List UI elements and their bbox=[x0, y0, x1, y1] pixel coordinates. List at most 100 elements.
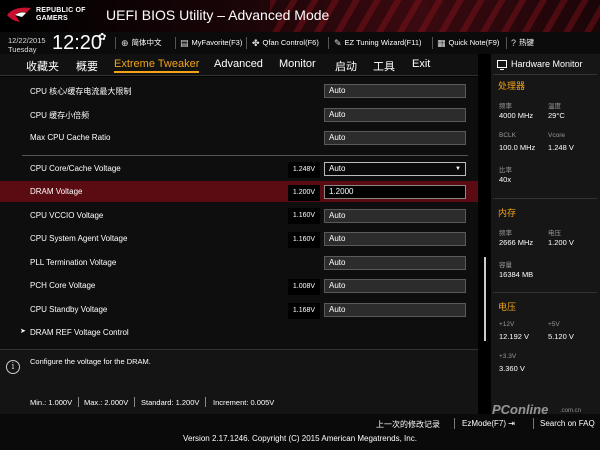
hardware-monitor-title: Hardware Monitor bbox=[511, 59, 583, 69]
tab-tool[interactable]: 工具 bbox=[373, 58, 395, 74]
setting-label[interactable]: CPU 缓存小倍频 bbox=[30, 110, 89, 121]
tab-exit[interactable]: Exit bbox=[412, 58, 430, 70]
hotkeys-label: 热键 bbox=[519, 38, 535, 47]
toolbar-separator bbox=[175, 37, 176, 49]
setting-value-field[interactable]: Auto bbox=[324, 108, 466, 122]
toolbar-separator bbox=[432, 37, 433, 49]
tab-monitor[interactable]: Monitor bbox=[279, 58, 316, 70]
setting-value-field[interactable]: Auto bbox=[324, 131, 466, 145]
setting-value-field[interactable]: Auto bbox=[324, 279, 466, 293]
mem-capacity-label: 容量 bbox=[499, 262, 512, 269]
memory-section-title: 内存 bbox=[498, 208, 517, 218]
bclk-value: 100.0 MHz bbox=[499, 143, 536, 152]
cpu-freq-label: 频率 bbox=[499, 103, 512, 110]
submenu-arrow-icon: ➤ bbox=[20, 328, 26, 335]
tab-extreme-tweaker[interactable]: Extreme Tweaker bbox=[114, 58, 200, 73]
cpu-temp-label: 温度 bbox=[548, 103, 561, 110]
setting-label[interactable]: CPU System Agent Voltage bbox=[30, 234, 127, 243]
dram-ref-voltage-submenu[interactable]: DRAM REF Voltage Control bbox=[30, 328, 129, 337]
tab-boot[interactable]: 启动 bbox=[335, 58, 357, 74]
ezmode-button[interactable]: EzMode(F7) ⇥ bbox=[462, 419, 515, 428]
ez-tuning-wizard-button[interactable]: ✎ EZ Tuning Wizard(F11) bbox=[334, 37, 422, 49]
setting-label[interactable]: CPU Standby Voltage bbox=[30, 305, 107, 314]
myfavorite-label: MyFavorite(F3) bbox=[191, 38, 243, 47]
setting-label[interactable]: Max CPU Cache Ratio bbox=[30, 133, 110, 142]
tab-advanced[interactable]: Advanced bbox=[214, 58, 263, 70]
dropdown-arrow-icon: ▼ bbox=[455, 166, 461, 172]
hw-divider bbox=[493, 74, 597, 75]
setting-label[interactable]: PLL Termination Voltage bbox=[30, 258, 116, 267]
tab-main[interactable]: 概要 bbox=[76, 58, 98, 74]
exit-arrow-icon: ⇥ bbox=[508, 419, 515, 428]
bclk-label: BCLK bbox=[499, 132, 516, 139]
last-modified-button[interactable]: 上一次的修改记录 bbox=[376, 419, 440, 430]
ratio-label: 比率 bbox=[499, 167, 512, 174]
setting-label[interactable]: PCH Core Voltage bbox=[30, 281, 95, 290]
toolbar-separator bbox=[506, 37, 507, 49]
brand-line-2: GAMERS bbox=[36, 15, 68, 22]
standard-voltage: Standard: 1.200V bbox=[141, 398, 200, 407]
footer-separator bbox=[533, 418, 534, 429]
tab-favorites[interactable]: 收藏夹 bbox=[26, 58, 59, 74]
ezmode-label: EzMode(F7) bbox=[462, 419, 507, 428]
search-faq-button[interactable]: Search on FAQ bbox=[540, 419, 595, 428]
dropdown-selected-value: Auto bbox=[329, 164, 346, 173]
section-divider bbox=[22, 155, 468, 156]
current-voltage-readout: 1.160V bbox=[288, 208, 320, 224]
min-voltage: Min.: 1.000V bbox=[30, 398, 73, 407]
qfan-control-button[interactable]: ✤ Qfan Control(F6) bbox=[252, 37, 319, 49]
rog-logo: REPUBLIC OF GAMERS bbox=[6, 3, 96, 29]
mem-capacity-value: 16384 MB bbox=[499, 270, 534, 279]
hotkeys-button[interactable]: ? 热键 bbox=[511, 37, 534, 49]
voltage-dropdown[interactable]: Auto ▼ bbox=[324, 162, 466, 176]
mem-freq-label: 频率 bbox=[499, 230, 512, 237]
qfan-control-label: Qfan Control(F6) bbox=[262, 38, 319, 47]
watermark: PConline bbox=[492, 402, 549, 417]
voltage-section-title: 电压 bbox=[498, 302, 517, 312]
cpu-temp-value: 29°C bbox=[548, 111, 565, 120]
clock-settings-icon[interactable]: ✿ bbox=[98, 32, 106, 43]
date-text: 12/22/2015 bbox=[8, 36, 46, 45]
cpu-section-title: 处理器 bbox=[498, 81, 526, 91]
dram-voltage-input[interactable]: 1.2000 bbox=[324, 185, 466, 199]
toolbar-separator bbox=[115, 37, 116, 49]
range-separator bbox=[134, 397, 135, 407]
hw-divider bbox=[493, 198, 597, 199]
v5-label: +5V bbox=[548, 321, 560, 328]
clock: 12:20 bbox=[52, 32, 103, 54]
current-voltage-readout: 1.008V bbox=[288, 279, 320, 295]
brand-line-1: REPUBLIC OF bbox=[36, 7, 86, 14]
copyright-text: Version 2.17.1246. Copyright (C) 2015 Am… bbox=[183, 434, 417, 443]
setting-label[interactable]: CPU Core/Cache Voltage bbox=[30, 164, 121, 173]
quick-note-label: Quick Note(F9) bbox=[448, 38, 500, 47]
vcore-label: Vcore bbox=[548, 132, 565, 139]
setting-value-field[interactable]: Auto bbox=[324, 209, 466, 223]
globe-icon: ⊕ bbox=[121, 38, 129, 48]
setting-label[interactable]: CPU 核心/缓存电流最大限制 bbox=[30, 86, 131, 97]
v33-label: +3.3V bbox=[499, 353, 517, 360]
cpu-freq-value: 4000 MHz bbox=[499, 111, 534, 120]
favorite-icon: ▤ bbox=[180, 38, 189, 48]
setting-value-field[interactable]: Auto bbox=[324, 84, 466, 98]
hw-divider bbox=[493, 292, 597, 293]
v12-value: 12.192 V bbox=[499, 332, 530, 341]
mem-volt-label: 电压 bbox=[548, 230, 561, 237]
myfavorite-button[interactable]: ▤ MyFavorite(F3) bbox=[180, 37, 242, 49]
range-separator bbox=[205, 397, 206, 407]
quick-note-button[interactable]: ▦ Quick Note(F9) bbox=[437, 37, 499, 49]
tuning-icon: ✎ bbox=[334, 38, 342, 48]
info-icon: i bbox=[6, 360, 20, 374]
setting-label[interactable]: CPU VCCIO Voltage bbox=[30, 211, 103, 220]
setting-label[interactable]: DRAM Voltage bbox=[30, 187, 82, 196]
app-title: UEFI BIOS Utility – Advanced Mode bbox=[106, 7, 330, 23]
range-separator bbox=[78, 397, 79, 407]
scrollbar[interactable] bbox=[484, 257, 486, 341]
current-voltage-readout: 1.200V bbox=[288, 185, 320, 201]
language-button[interactable]: ⊕ 简体中文 bbox=[121, 37, 162, 49]
toolbar-separator bbox=[246, 37, 247, 49]
setting-value-field[interactable]: Auto bbox=[324, 256, 466, 270]
setting-value-field[interactable]: Auto bbox=[324, 232, 466, 246]
monitor-icon bbox=[497, 60, 507, 70]
setting-value-field[interactable]: Auto bbox=[324, 303, 466, 317]
brand-name: REPUBLIC OF GAMERS bbox=[36, 7, 86, 23]
